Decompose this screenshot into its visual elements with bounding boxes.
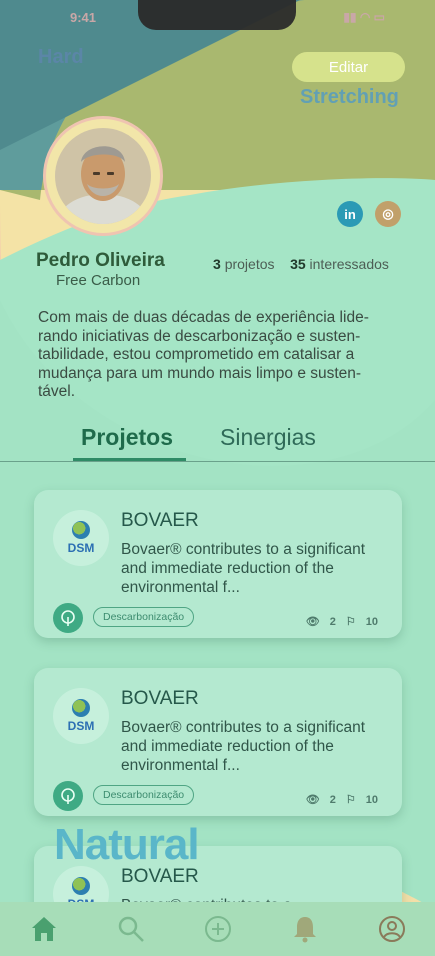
dsm-logo-mark-icon	[72, 877, 90, 895]
add-icon[interactable]	[201, 912, 235, 946]
profile-bio: Com mais de duas décadas de experiência …	[38, 309, 369, 400]
profile-icon[interactable]	[375, 912, 409, 946]
views-count: 2	[329, 615, 336, 628]
interested-label: interessados	[309, 256, 389, 272]
project-description: Bovaer® contributes to a significant and…	[121, 719, 366, 774]
tab-projects[interactable]: Projetos	[81, 424, 173, 451]
views-count: 2	[329, 793, 336, 806]
avatar	[55, 128, 151, 224]
profile-company: Free Carbon	[56, 272, 141, 289]
bottom-nav	[0, 902, 435, 956]
flags-count: 10	[365, 615, 378, 628]
project-card[interactable]: DSM BOVAER Bovaer® contributes to a sign…	[34, 668, 402, 816]
project-description: Bovaer® contributes to a significant and…	[121, 541, 366, 596]
status-icons: ▮▮ ◠ ▭	[343, 10, 385, 24]
search-icon[interactable]	[114, 912, 148, 946]
device-notch	[138, 0, 296, 30]
dsm-logo-text: DSM	[67, 719, 95, 733]
leaf-icon[interactable]	[53, 603, 83, 633]
flag-icon: ⚐	[345, 616, 356, 628]
project-card[interactable]: DSM BOVAER Bovaer® contributes to a sign…	[34, 490, 402, 638]
stretching-label: Stretching	[300, 86, 399, 108]
dsm-logo-mark-icon	[72, 521, 90, 539]
linkedin-icon[interactable]: in	[337, 201, 363, 227]
dsm-logo: DSM	[53, 688, 109, 744]
flags-count: 10	[365, 793, 378, 806]
leaf-icon[interactable]	[53, 781, 83, 811]
avatar-ring	[46, 119, 160, 233]
card-meta: 👁 2 ⚐ 10	[305, 615, 378, 629]
tab-synergies[interactable]: Sinergias	[220, 424, 316, 451]
card-meta: 👁 2 ⚐ 10	[305, 793, 378, 807]
views-icon: 👁	[305, 794, 320, 806]
projects-count: 3	[213, 256, 221, 272]
instagram-icon[interactable]: ◎	[375, 201, 401, 227]
projects-label: projetos	[224, 256, 275, 272]
edit-button[interactable]: Editar	[292, 52, 405, 82]
interested-count: 35	[290, 256, 306, 272]
dsm-logo: DSM	[53, 510, 109, 566]
tab-divider	[0, 461, 435, 462]
project-title: BOVAER	[121, 510, 199, 531]
dsm-logo-text: DSM	[67, 541, 95, 555]
project-title: BOVAER	[121, 688, 199, 709]
home-icon[interactable]	[27, 912, 61, 946]
dsm-logo-mark-icon	[72, 699, 90, 717]
profile-stats: 3 projetos 35 interessados	[213, 256, 389, 272]
status-time: 9:41	[70, 10, 97, 25]
hard-label: Hard	[38, 46, 84, 68]
profile-name: Pedro Oliveira	[36, 250, 165, 271]
natural-label: Natural	[54, 820, 200, 869]
flag-icon: ⚐	[345, 794, 356, 806]
views-icon: 👁	[305, 616, 320, 628]
category-tag[interactable]: Descarbonização	[93, 785, 195, 805]
category-tag[interactable]: Descarbonização	[93, 607, 195, 627]
bell-icon[interactable]	[288, 912, 322, 946]
